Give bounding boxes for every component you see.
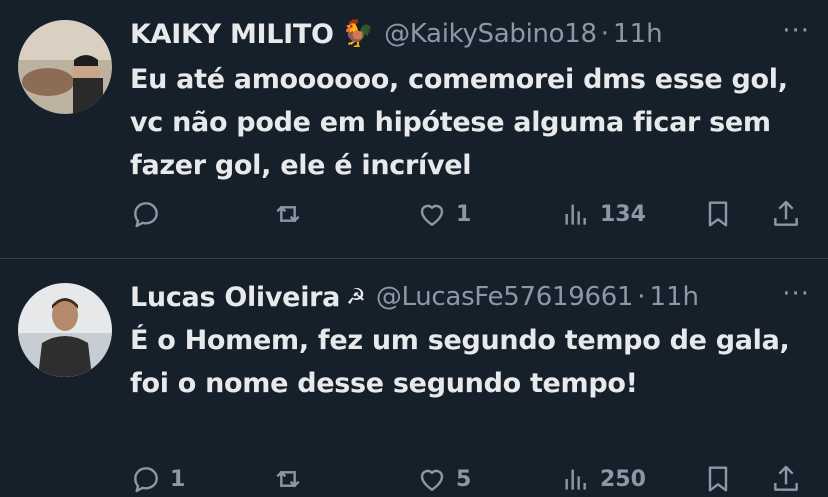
user-handle[interactable]: @KaikySabino18 xyxy=(384,19,597,49)
view-count: 250 xyxy=(600,466,646,492)
view-count: 134 xyxy=(600,201,646,227)
views-button[interactable]: 250 xyxy=(560,461,646,497)
reply-button[interactable]: 1 xyxy=(130,461,185,497)
like-button[interactable]: 1 xyxy=(416,196,471,232)
reply-icon xyxy=(134,467,158,493)
retweet-icon xyxy=(276,205,300,223)
like-count: 5 xyxy=(456,466,472,492)
avatar[interactable] xyxy=(18,283,112,377)
like-count: 1 xyxy=(456,201,472,227)
tweet-text: Eu até amoooooo, comemorei dms esse gol,… xyxy=(130,64,788,181)
tweet[interactable]: KAIKY MILITO 🐓 @KaikySabino18 · 11h ··· … xyxy=(0,0,828,259)
more-options-icon[interactable]: ··· xyxy=(782,16,810,46)
bookmark-icon xyxy=(708,201,728,227)
share-icon xyxy=(774,200,798,226)
tweet-actions: 1 5 250 xyxy=(130,461,810,497)
retweet-icon xyxy=(276,470,300,488)
views-button[interactable]: 134 xyxy=(560,196,646,232)
avatar-image xyxy=(18,283,112,377)
like-button[interactable]: 5 xyxy=(416,461,471,497)
hammer-sickle-emoji: ☭ xyxy=(346,284,366,310)
retweet-button[interactable] xyxy=(272,461,312,497)
tweet-actions: 1 134 xyxy=(130,196,810,232)
avatar-image xyxy=(18,20,112,114)
retweet-button[interactable] xyxy=(272,196,312,232)
tweet-header: KAIKY MILITO 🐓 @KaikySabino18 · 11h ··· xyxy=(130,14,810,54)
share-button[interactable] xyxy=(770,196,802,232)
share-button[interactable] xyxy=(770,461,802,497)
timestamp[interactable]: 11h xyxy=(613,19,663,49)
display-name[interactable]: KAIKY MILITO xyxy=(130,19,334,50)
reply-button[interactable] xyxy=(130,196,170,232)
rooster-emoji: 🐓 xyxy=(341,19,375,49)
separator-dot: · xyxy=(600,19,610,49)
tweet[interactable]: Lucas Oliveira ☭ @LucasFe57619661 · 11h … xyxy=(0,259,828,493)
bookmark-button[interactable] xyxy=(702,461,734,497)
display-name[interactable]: Lucas Oliveira xyxy=(130,282,340,313)
share-icon xyxy=(774,465,798,491)
bookmark-button[interactable] xyxy=(702,196,734,232)
avatar[interactable] xyxy=(18,20,112,114)
analytics-icon xyxy=(565,204,586,225)
separator-dot: · xyxy=(637,282,646,312)
bookmark-icon xyxy=(708,466,728,492)
tweet-header: Lucas Oliveira ☭ @LucasFe57619661 · 11h … xyxy=(130,277,810,317)
tweet-text: É o Homem, fez um segundo tempo de gala,… xyxy=(130,325,790,399)
user-handle[interactable]: @LucasFe57619661 xyxy=(376,282,634,312)
reply-count: 1 xyxy=(170,466,186,492)
more-options-icon[interactable]: ··· xyxy=(782,279,810,309)
heart-icon xyxy=(420,469,444,491)
reply-icon xyxy=(134,202,158,228)
heart-icon xyxy=(420,204,444,226)
timestamp[interactable]: 11h xyxy=(649,282,699,312)
analytics-icon xyxy=(565,469,586,490)
